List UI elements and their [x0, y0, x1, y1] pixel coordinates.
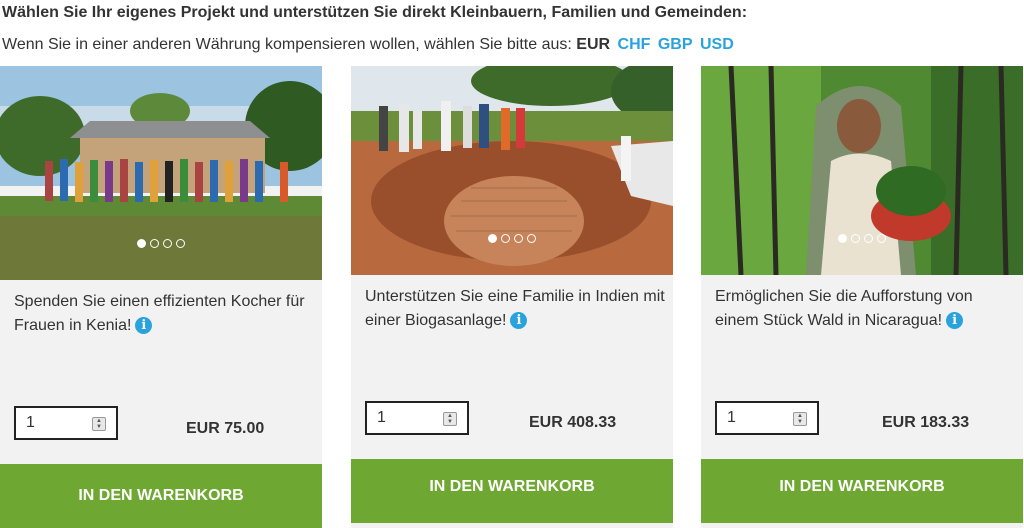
project-photo-kenya[interactable]: [0, 66, 322, 280]
project-card-kenya: Spenden Sie einen effizienten Kocher für…: [0, 66, 322, 528]
info-icon[interactable]: i: [135, 317, 153, 334]
project-photo-nicaragua[interactable]: [701, 66, 1023, 275]
carousel-dot[interactable]: [163, 239, 172, 248]
currency-selector: Wenn Sie in einer anderen Währung kompen…: [2, 36, 734, 54]
quantity-stepper[interactable]: 1 ▲ ▼: [365, 401, 469, 435]
add-to-cart-button[interactable]: IN DEN WARENKORB: [701, 459, 1023, 523]
carousel-dot[interactable]: [176, 239, 185, 248]
page-heading: Wählen Sie Ihr eigenes Projekt und unter…: [2, 4, 748, 21]
carousel-dot[interactable]: [877, 234, 886, 243]
currency-prompt: Wenn Sie in einer anderen Währung kompen…: [2, 36, 572, 53]
quantity-value: 1: [727, 409, 736, 426]
carousel-dot[interactable]: [838, 234, 847, 243]
quantity-stepper[interactable]: 1 ▲ ▼: [14, 406, 118, 440]
project-card-india: Unterstützen Sie eine Familie in Indien …: [351, 66, 673, 528]
currency-current: EUR: [576, 36, 611, 53]
project-title-text: Ermöglichen Sie die Aufforstung von eine…: [715, 288, 973, 329]
info-icon[interactable]: i: [510, 312, 528, 329]
quantity-value: 1: [26, 414, 35, 431]
carousel-dot[interactable]: [514, 234, 523, 243]
project-title: Ermöglichen Sie die Aufforstung von eine…: [715, 285, 1015, 333]
carousel-dot[interactable]: [501, 234, 510, 243]
project-title-text: Spenden Sie einen effizienten Kocher für…: [14, 293, 305, 334]
project-card-nicaragua: Ermöglichen Sie die Aufforstung von eine…: [701, 66, 1023, 528]
project-price: EUR 183.33: [882, 414, 970, 431]
quantity-stepper[interactable]: 1 ▲ ▼: [715, 401, 819, 435]
carousel-dot[interactable]: [137, 239, 146, 248]
quantity-value: 1: [377, 409, 386, 426]
project-photo-india[interactable]: [351, 66, 673, 275]
carousel-dot[interactable]: [864, 234, 873, 243]
stepper-arrows-icon[interactable]: ▲ ▼: [793, 412, 807, 426]
currency-option-usd[interactable]: USD: [700, 36, 734, 53]
project-price: EUR 75.00: [186, 420, 265, 437]
carousel-indicators[interactable]: [838, 234, 886, 243]
currency-option-chf[interactable]: CHF: [618, 36, 651, 53]
carousel-indicators[interactable]: [137, 239, 185, 248]
add-to-cart-button[interactable]: IN DEN WARENKORB: [351, 459, 673, 523]
carousel-dot[interactable]: [527, 234, 536, 243]
carousel-indicators[interactable]: [488, 234, 536, 243]
stepper-arrows-icon[interactable]: ▲ ▼: [92, 417, 106, 431]
stepper-arrows-icon[interactable]: ▲ ▼: [443, 412, 457, 426]
project-title: Spenden Sie einen effizienten Kocher für…: [14, 290, 314, 338]
add-to-cart-button[interactable]: IN DEN WARENKORB: [0, 464, 322, 528]
carousel-dot[interactable]: [851, 234, 860, 243]
info-icon[interactable]: i: [946, 312, 964, 329]
project-price: EUR 408.33: [529, 414, 617, 431]
project-title: Unterstützen Sie eine Familie in Indien …: [365, 285, 665, 333]
carousel-dot[interactable]: [488, 234, 497, 243]
currency-option-gbp[interactable]: GBP: [658, 36, 693, 53]
carousel-dot[interactable]: [150, 239, 159, 248]
